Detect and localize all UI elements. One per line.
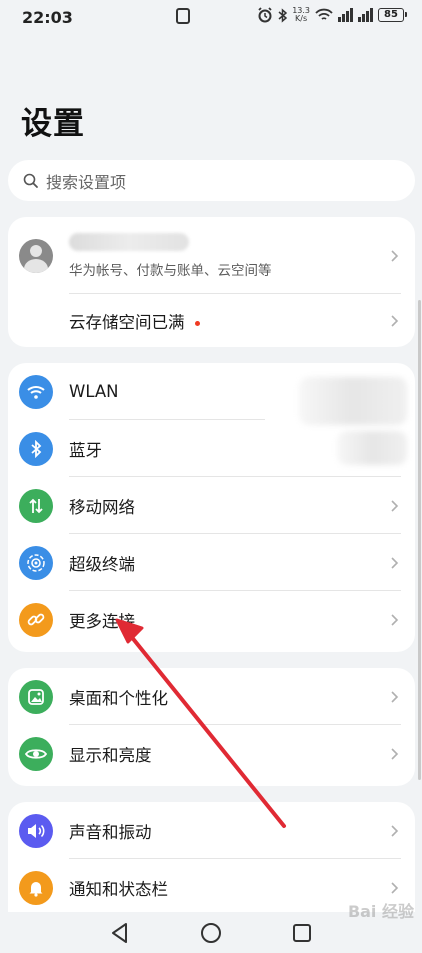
home-icon[interactable] (198, 920, 224, 946)
back-icon[interactable] (107, 920, 133, 946)
watermark: Bai 经验 (347, 902, 414, 921)
recents-icon[interactable] (289, 920, 315, 946)
annotation-arrow (115, 618, 286, 828)
